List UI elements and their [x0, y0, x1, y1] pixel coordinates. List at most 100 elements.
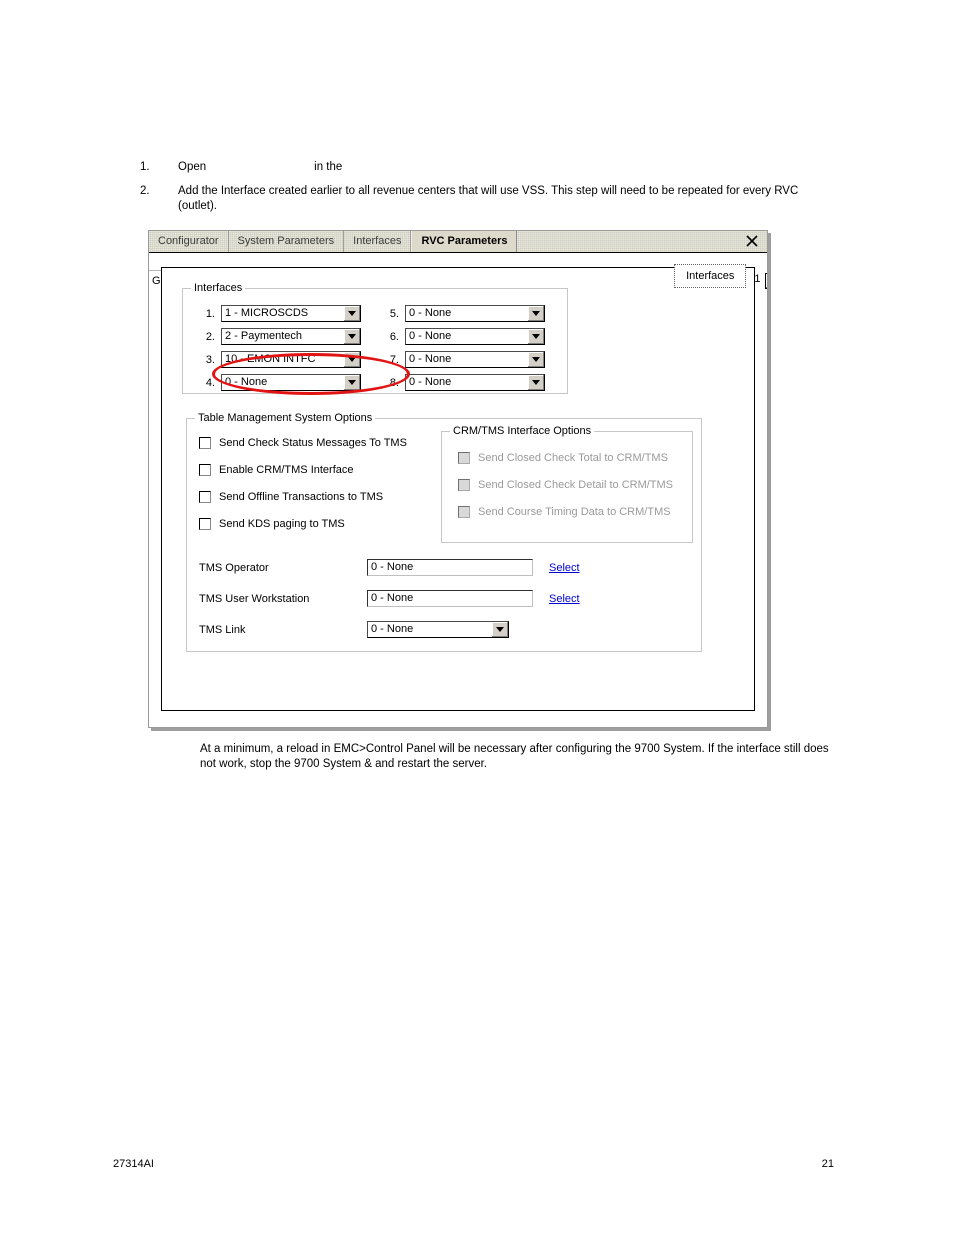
checkbox-label: Send Closed Check Detail to CRM/TMS: [478, 479, 674, 491]
module-tab-system-parameters[interactable]: System Parameters: [229, 231, 345, 252]
interface-slot-2-value: 2 - Paymentech: [225, 330, 303, 342]
checkbox-send-kds-paging-to-tms[interactable]: Send KDS paging to TMS: [199, 518, 345, 530]
chevron-down-icon[interactable]: [344, 352, 360, 367]
interface-slot-8-number: 8.: [389, 376, 399, 389]
crm-tms-options-groupbox: CRM/TMS Interface Options Send Closed Ch…: [441, 425, 693, 543]
interface-slot-7-dropdown[interactable]: 0 - None: [405, 351, 545, 368]
checkbox-icon: [458, 452, 470, 464]
checkbox-icon[interactable]: [199, 437, 211, 449]
module-tab-bar: Configurator System Parameters Interface…: [149, 231, 767, 253]
tms-options-groupbox-legend: Table Management System Options: [195, 412, 376, 424]
interface-slot-6: 6. 0 - None: [379, 328, 545, 345]
checkbox-send-check-status-messages-to-tms[interactable]: Send Check Status Messages To TMS: [199, 437, 407, 449]
checkbox-label: Enable CRM/TMS Interface: [219, 464, 354, 476]
checkbox-label: Send Check Status Messages To TMS: [219, 437, 407, 449]
step-item: 2. Add the Interface created earlier to …: [140, 184, 840, 214]
tab-interfaces[interactable]: Interfaces: [674, 264, 747, 288]
checkbox-icon[interactable]: [199, 518, 211, 530]
interface-slot-3-number: 3.: [205, 353, 215, 366]
interface-slot-1: 1. 1 - MICROSCDS: [195, 305, 361, 322]
rvc-parameters-dialog: Configurator System Parameters Interface…: [148, 230, 768, 728]
step-text: Add the Interface created earlier to all…: [178, 185, 799, 212]
tms-operator-input[interactable]: 0 - None: [367, 559, 533, 576]
chevron-down-icon[interactable]: [344, 306, 360, 321]
interfaces-groupbox-legend: Interfaces: [191, 282, 246, 294]
interface-slot-3: 3. 10 - EMON INTFC: [195, 351, 361, 368]
checkbox-icon[interactable]: [199, 491, 211, 503]
interface-slot-6-number: 6.: [389, 330, 399, 343]
checkbox-icon: [458, 506, 470, 518]
tms-operator-select-link[interactable]: Select: [549, 562, 580, 574]
crm-tms-options-groupbox-legend: CRM/TMS Interface Options: [450, 425, 595, 437]
interface-slot-1-dropdown[interactable]: 1 - MICROSCDS: [221, 305, 361, 322]
checkbox-icon[interactable]: [199, 464, 211, 476]
interface-slot-4-number: 4.: [205, 376, 215, 389]
footer-page-number: 21: [821, 1158, 834, 1170]
close-icon[interactable]: [745, 234, 759, 248]
step-text: Open in the: [178, 160, 840, 175]
chevron-down-icon[interactable]: [344, 375, 360, 390]
tab-page-index: 1: [754, 273, 761, 285]
tms-user-workstation-label: TMS User Workstation: [199, 592, 310, 605]
interfaces-groupbox: Interfaces 1. 1 - MICROSCDS 2. 2 - Payme…: [182, 282, 568, 395]
interface-slot-6-value: 0 - None: [409, 330, 452, 342]
checkbox-icon: [458, 479, 470, 491]
tms-user-workstation-select-link[interactable]: Select: [549, 593, 580, 605]
chevron-down-icon[interactable]: [344, 329, 360, 344]
tms-options-groupbox: Table Management System Options Send Che…: [186, 412, 702, 652]
interface-slot-3-value: 10 - EMON INTFC: [225, 353, 316, 365]
chevron-down-icon[interactable]: [528, 329, 544, 344]
tab-page-interfaces: Interfaces 1. 1 - MICROSCDS 2. 2 - Payme…: [161, 267, 755, 711]
tms-user-workstation-input[interactable]: 0 - None: [367, 590, 533, 607]
interface-slot-8: 8. 0 - None: [379, 374, 545, 391]
checkbox-send-closed-check-total-to-crm-tms: Send Closed Check Total to CRM/TMS: [458, 452, 668, 464]
tms-operator-label: TMS Operator: [199, 561, 269, 574]
field-row-tms-user-workstation: TMS User Workstation 0 - None Select: [199, 590, 580, 607]
numbered-steps: 1. Open in the 2. Add the Interface creat…: [140, 160, 840, 223]
tab-scroll-buttons: [764, 273, 767, 289]
post-dialog-note: At a minimum, a reload in EMC>Control Pa…: [200, 743, 829, 770]
interface-slot-2: 2. 2 - Paymentech: [195, 328, 361, 345]
chevron-down-icon[interactable]: [492, 622, 508, 637]
checkbox-label: Send Course Timing Data to CRM/TMS: [478, 506, 671, 518]
step-number: 1.: [140, 161, 150, 173]
checkbox-label: Send Offline Transactions to TMS: [219, 491, 384, 503]
interface-slot-5: 5. 0 - None: [379, 305, 545, 322]
module-tab-rvc-parameters[interactable]: RVC Parameters: [411, 231, 518, 252]
checkbox-enable-crm-tms-interface[interactable]: Enable CRM/TMS Interface: [199, 464, 354, 476]
module-tab-interfaces[interactable]: Interfaces: [344, 231, 412, 252]
chevron-down-icon[interactable]: [528, 306, 544, 321]
tms-link-label: TMS Link: [199, 623, 246, 636]
interface-slot-8-dropdown[interactable]: 0 - None: [405, 374, 545, 391]
interface-slot-4: 4. 0 - None: [195, 374, 361, 391]
interface-slot-3-dropdown[interactable]: 10 - EMON INTFC: [221, 351, 361, 368]
interface-slot-2-dropdown[interactable]: 2 - Paymentech: [221, 328, 361, 345]
chevron-left-icon[interactable]: [764, 273, 767, 289]
module-tab-configurator[interactable]: Configurator: [149, 231, 229, 252]
footer-document-id: 27314AI: [113, 1158, 154, 1170]
checkbox-send-offline-transactions-to-tms[interactable]: Send Offline Transactions to TMS: [199, 491, 383, 503]
tms-link-dropdown[interactable]: 0 - None: [367, 621, 509, 638]
step-text-before: Open: [178, 161, 207, 173]
step-number: 2.: [140, 185, 150, 197]
checkbox-send-closed-check-detail-to-crm-tms: Send Closed Check Detail to CRM/TMS: [458, 479, 673, 491]
interface-slot-7-number: 7.: [389, 353, 399, 366]
tms-link-value: 0 - None: [371, 623, 414, 635]
interface-slot-5-number: 5.: [389, 307, 399, 320]
checkbox-label: Send KDS paging to TMS: [219, 518, 345, 530]
interface-slot-5-dropdown[interactable]: 0 - None: [405, 305, 545, 322]
step-item: 1. Open in the: [140, 160, 840, 175]
chevron-down-icon[interactable]: [528, 352, 544, 367]
interface-slot-4-value: 0 - None: [225, 376, 268, 388]
field-row-tms-operator: TMS Operator 0 - None Select: [199, 559, 580, 576]
interface-slot-6-dropdown[interactable]: 0 - None: [405, 328, 545, 345]
interface-slot-1-number: 1.: [205, 307, 215, 320]
interface-slot-1-value: 1 - MICROSCDS: [225, 307, 309, 319]
interface-slot-4-dropdown[interactable]: 0 - None: [221, 374, 361, 391]
chevron-down-icon[interactable]: [528, 375, 544, 390]
document-page: 1. Open in the 2. Add the Interface creat…: [0, 0, 954, 1235]
interface-slot-2-number: 2.: [205, 330, 215, 343]
checkbox-send-course-timing-data-to-crm-tms: Send Course Timing Data to CRM/TMS: [458, 506, 671, 518]
interface-slot-7: 7. 0 - None: [379, 351, 545, 368]
interface-slot-8-value: 0 - None: [409, 376, 452, 388]
